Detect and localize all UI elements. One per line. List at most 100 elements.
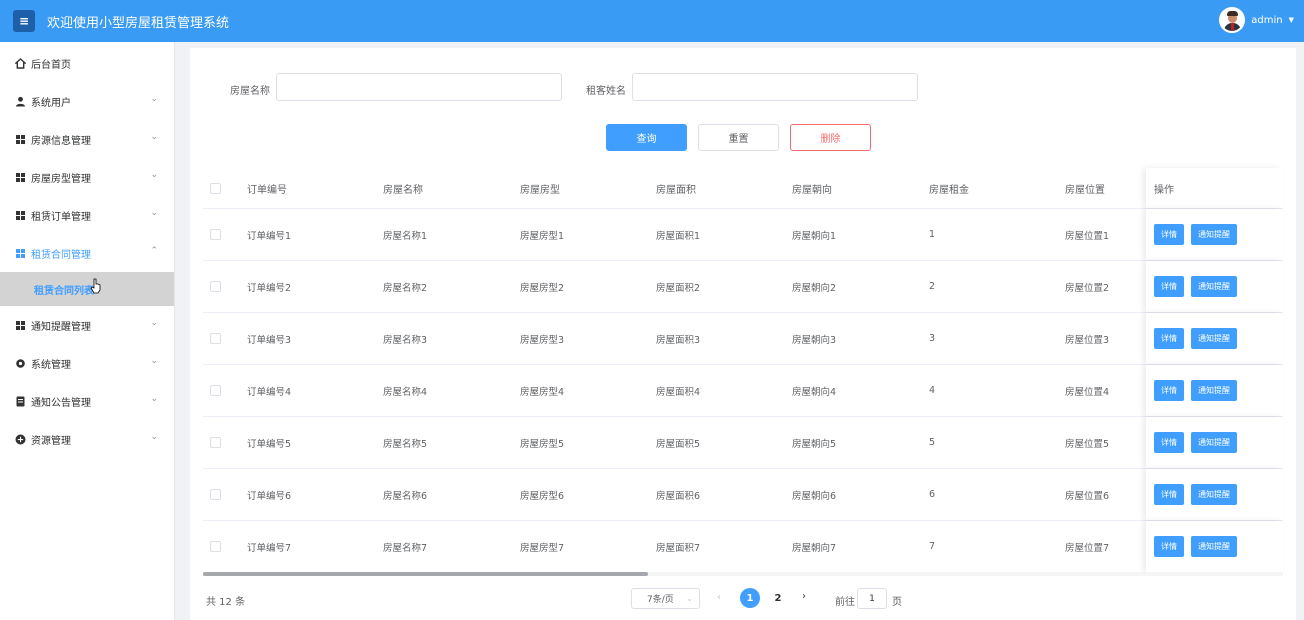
table-row: 订单编号4 房屋名称4 房屋房型4 房屋面积4 房屋朝向4 4 房屋位置4 详情 通知提醒 (203, 365, 1283, 417)
sidebar-item-home[interactable]: 后台首页 (0, 44, 174, 82)
page-size-select[interactable]: 7条/页 ⌄ (631, 588, 700, 609)
sidebar: 后台首页 系统用户 ⌄ 房源信息管理 ⌄ 房屋房型管理 ⌄ 租赁订单管理 ⌄ 租… (0, 42, 175, 620)
details-button[interactable]: 详情 (1154, 432, 1184, 453)
table-cell: 房屋位置2 (1065, 282, 1110, 294)
chevron-down-icon: ⌄ (150, 318, 158, 328)
page-1-button[interactable]: 1 (740, 588, 760, 608)
gear-icon (15, 358, 26, 369)
table-row: 订单编号7 房屋名称7 房屋房型7 房屋面积7 房屋朝向7 7 房屋位置7 详情 通知提醒 (203, 521, 1283, 573)
row-checkbox[interactable] (210, 385, 221, 396)
goto-page-input[interactable]: 1 (857, 588, 887, 609)
table-cell: 订单编号2 (247, 282, 292, 294)
row-checkbox[interactable] (210, 281, 221, 292)
chevron-down-icon: ⌄ (686, 594, 693, 603)
scrollbar-thumb[interactable] (203, 572, 648, 576)
user-icon (15, 96, 26, 107)
column-header[interactable]: 房屋租金 (929, 181, 1065, 196)
column-header[interactable]: 房屋面积 (656, 181, 792, 196)
row-actions: 详情 通知提醒 (1146, 209, 1283, 260)
house-name-input[interactable] (276, 73, 562, 101)
table-cell: 房屋名称2 (383, 282, 428, 294)
table-cell: 房屋位置3 (1065, 334, 1110, 346)
details-button[interactable]: 详情 (1154, 276, 1184, 297)
table-row: 订单编号1 房屋名称1 房屋房型1 房屋面积1 房屋朝向1 1 房屋位置1 详情 通知提醒 (203, 209, 1283, 261)
column-header[interactable]: 订单编号 (247, 181, 383, 196)
table-cell: 订单编号4 (247, 386, 292, 398)
column-header[interactable]: 房屋朝向 (792, 181, 929, 196)
menu-toggle-button[interactable]: ≡ (13, 10, 35, 32)
row-checkbox[interactable] (210, 229, 221, 240)
notify-button[interactable]: 通知提醒 (1191, 328, 1237, 349)
sidebar-item-notifications[interactable]: 通知提醒管理 ⌄ (0, 306, 174, 344)
sidebar-item-resources[interactable]: 资源管理 ⌄ (0, 420, 174, 458)
table-cell: 房屋朝向3 (792, 334, 837, 346)
details-button[interactable]: 详情 (1154, 536, 1184, 557)
sidebar-item-announcements[interactable]: 通知公告管理 ⌄ (0, 382, 174, 420)
query-button[interactable]: 查询 (606, 124, 687, 151)
notify-button[interactable]: 通知提醒 (1191, 276, 1237, 297)
sidebar-item-house-info[interactable]: 房源信息管理 ⌄ (0, 120, 174, 158)
table-cell: 房屋房型5 (520, 438, 565, 450)
details-button[interactable]: 详情 (1154, 224, 1184, 245)
page-2-button[interactable]: 2 (768, 588, 788, 608)
row-checkbox[interactable] (210, 437, 221, 448)
notify-button[interactable]: 通知提醒 (1191, 224, 1237, 245)
table-cell: 订单编号5 (247, 438, 292, 450)
reset-button[interactable]: 重置 (698, 124, 779, 151)
table-cell: 房屋名称5 (383, 438, 428, 450)
top-header: ≡ 欢迎使用小型房屋租赁管理系统 admin ▼ (0, 0, 1304, 42)
home-icon (15, 57, 26, 69)
column-header-actions: 操作 (1146, 168, 1283, 208)
column-header[interactable]: 房屋房型 (520, 181, 656, 196)
horizontal-scrollbar[interactable] (203, 572, 1283, 576)
avatar[interactable] (1219, 7, 1246, 33)
chevron-down-icon[interactable]: ▼ (1289, 16, 1294, 24)
user-menu[interactable]: admin ▼ (1219, 7, 1294, 33)
table-cell: 3 (929, 333, 936, 344)
plus-circle-icon (15, 434, 26, 445)
tenant-name-input[interactable] (632, 73, 918, 101)
next-page-button[interactable]: › (802, 591, 806, 602)
page-scrollbar[interactable] (1296, 42, 1304, 620)
chevron-up-icon: ⌃ (150, 246, 158, 256)
column-header[interactable]: 房屋名称 (383, 181, 520, 196)
table-cell: 房屋名称7 (383, 542, 428, 554)
sidebar-subitem-contract-list[interactable]: 租赁合同列表 (0, 272, 174, 306)
row-checkbox[interactable] (210, 489, 221, 500)
sidebar-item-system-management[interactable]: 系统管理 ⌄ (0, 344, 174, 382)
notify-button[interactable]: 通知提醒 (1191, 380, 1237, 401)
notify-button[interactable]: 通知提醒 (1191, 484, 1237, 505)
grid-icon (15, 210, 26, 221)
column-header[interactable]: 房屋位置 (1065, 181, 1147, 196)
table-cell: 房屋面积6 (656, 490, 701, 502)
delete-button[interactable]: 删除 (790, 124, 871, 151)
username[interactable]: admin (1251, 15, 1282, 26)
row-checkbox[interactable] (210, 333, 221, 344)
details-button[interactable]: 详情 (1154, 380, 1184, 401)
sidebar-item-system-users[interactable]: 系统用户 ⌄ (0, 82, 174, 120)
sidebar-item-house-type[interactable]: 房屋房型管理 ⌄ (0, 158, 174, 196)
notify-button[interactable]: 通知提醒 (1191, 536, 1237, 557)
sidebar-item-label: 房源信息管理 (31, 135, 91, 147)
notify-button[interactable]: 通知提醒 (1191, 432, 1237, 453)
details-button[interactable]: 详情 (1154, 484, 1184, 505)
goto-label: 前往 (835, 597, 855, 608)
table-cell: 房屋朝向2 (792, 282, 837, 294)
grid-icon (15, 134, 26, 145)
sidebar-item-rental-contracts[interactable]: 租赁合同管理 ⌃ (0, 234, 174, 272)
table-row: 订单编号5 房屋名称5 房屋房型5 房屋面积5 房屋朝向5 5 房屋位置5 详情 通知提醒 (203, 417, 1283, 469)
select-all-checkbox[interactable] (210, 182, 221, 194)
table-cell: 7 (929, 541, 936, 552)
table-row: 订单编号6 房屋名称6 房屋房型6 房屋面积6 房屋朝向6 6 房屋位置6 详情 通知提醒 (203, 469, 1283, 521)
table-cell: 房屋名称3 (383, 334, 428, 346)
table-cell: 订单编号7 (247, 542, 292, 554)
document-icon (15, 396, 26, 407)
table-cell: 房屋位置6 (1065, 490, 1110, 502)
row-checkbox[interactable] (210, 541, 221, 552)
prev-page-button[interactable]: ‹ (717, 592, 721, 603)
table-cell: 房屋朝向6 (792, 490, 837, 502)
table-cell: 房屋房型4 (520, 386, 565, 398)
details-button[interactable]: 详情 (1154, 328, 1184, 349)
table-cell: 房屋面积3 (656, 334, 701, 346)
sidebar-item-rental-orders[interactable]: 租赁订单管理 ⌄ (0, 196, 174, 234)
